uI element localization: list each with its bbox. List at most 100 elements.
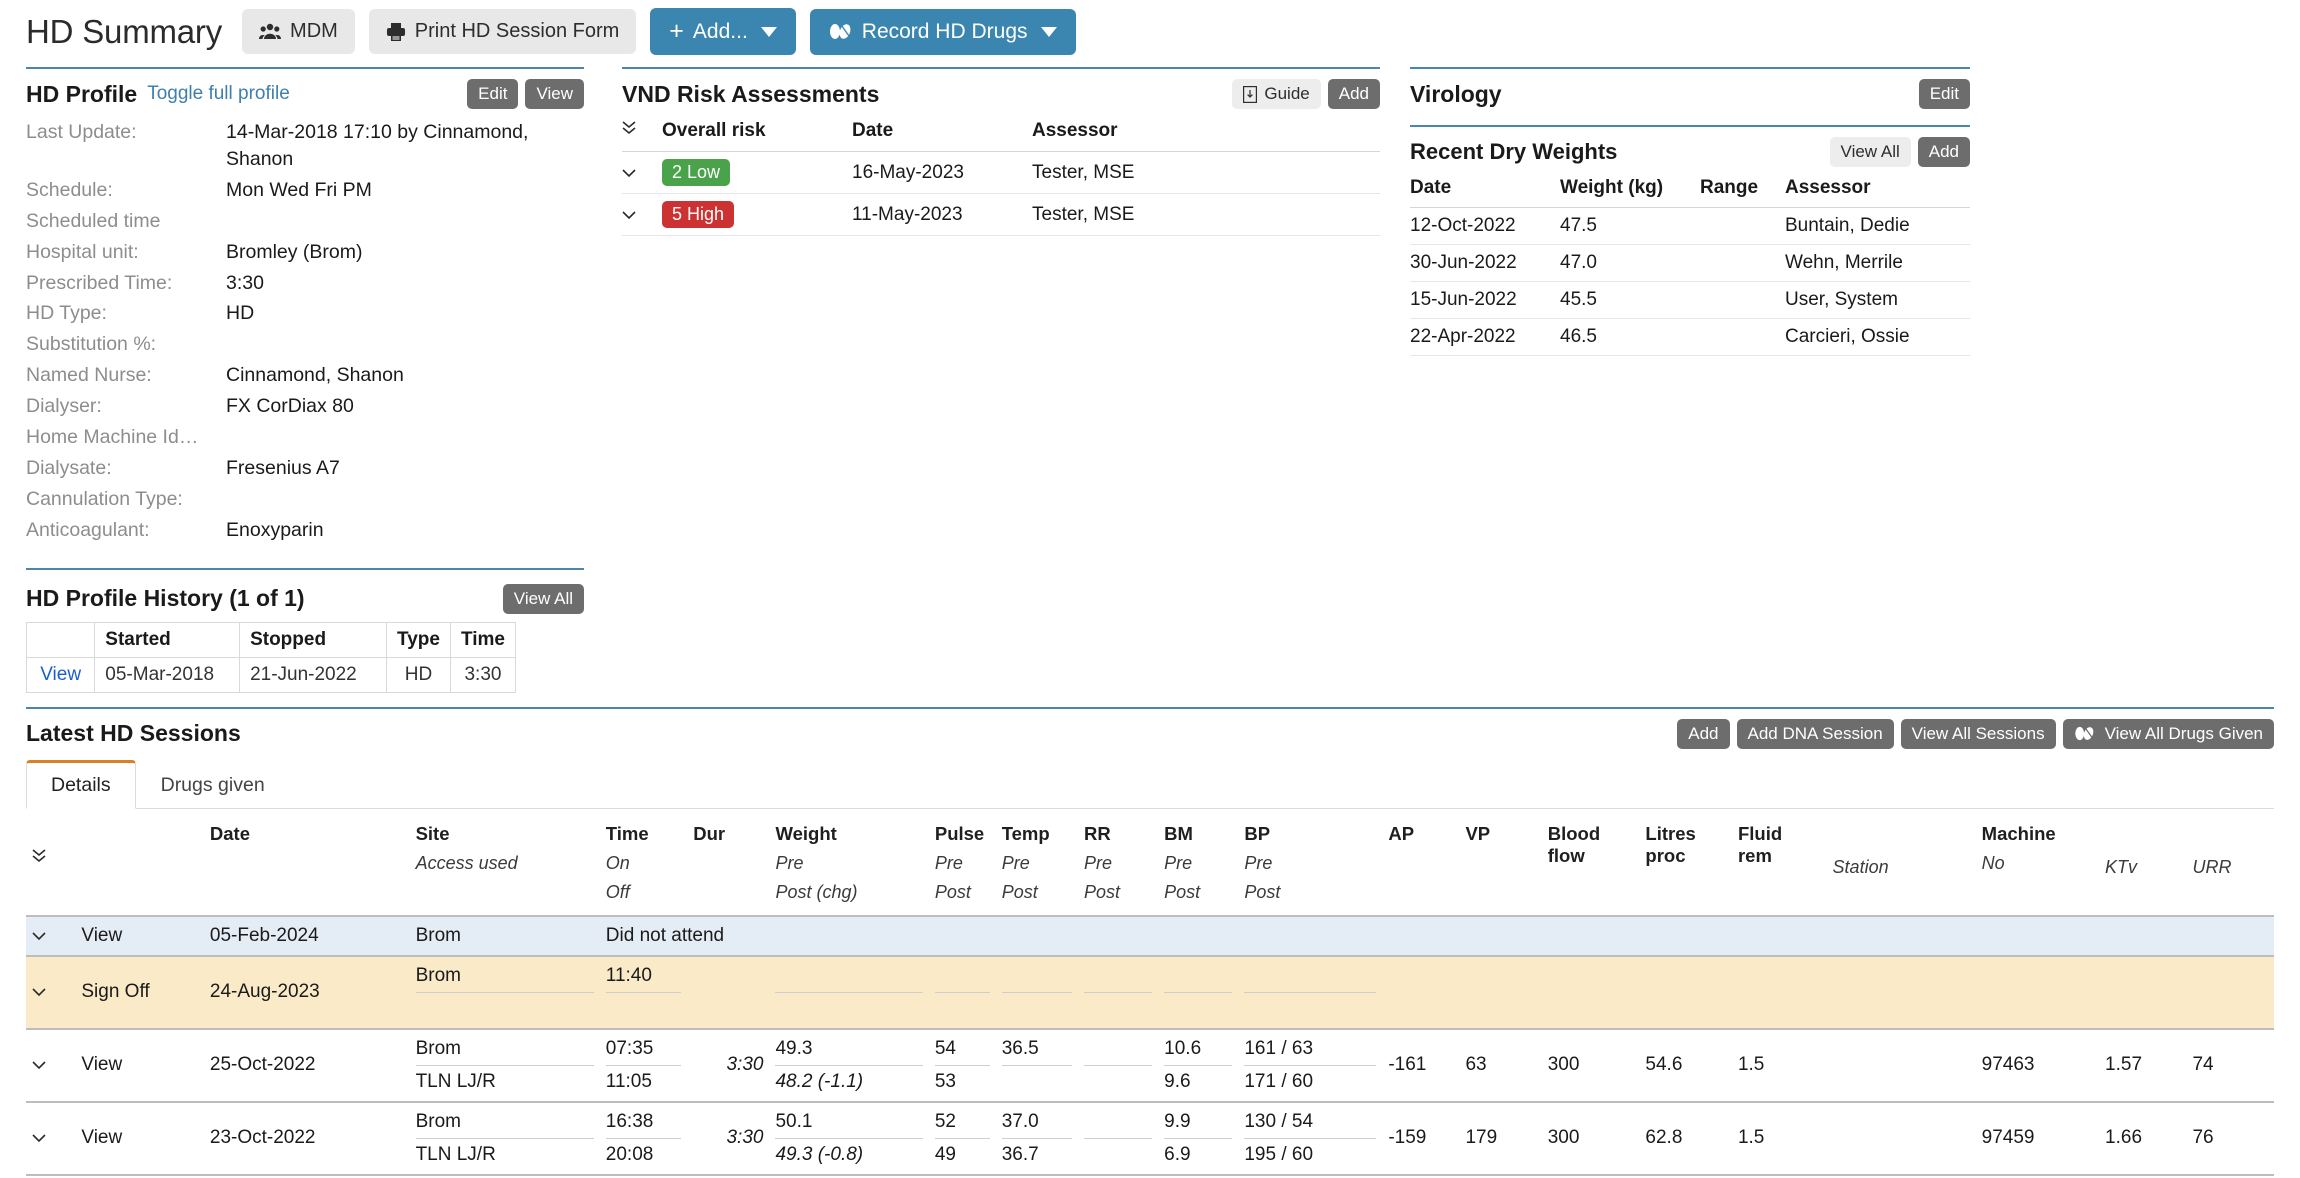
status-badge: 2 Low	[662, 159, 730, 186]
col-range: Range	[1700, 171, 1785, 208]
col-litres-proc: Litres proc	[1639, 809, 1732, 916]
chevron-down-icon	[1041, 27, 1057, 37]
vnd-expand-all-toggle[interactable]	[622, 113, 662, 152]
session-duration: 3:30	[687, 1102, 769, 1175]
table-row: 2 Low 16-May-2023 Tester, MSE	[622, 152, 1380, 194]
hd-summary-page: HD Summary MDM	[0, 0, 2300, 1176]
session-rr	[1078, 1102, 1158, 1175]
view-all-drugs-given-button[interactable]: View All Drugs Given	[2063, 719, 2274, 749]
col-weight-sub-pre: Pre	[775, 845, 922, 874]
toggle-full-profile-link[interactable]: Toggle full profile	[147, 83, 290, 105]
time-on: 16:38	[606, 1111, 681, 1138]
session-date-link[interactable]: 24-Aug-2023	[204, 956, 410, 1029]
hd-profile-header: HD Profile Toggle full profile Edit View	[26, 69, 584, 113]
session-action-link[interactable]: View	[75, 916, 204, 956]
col-pulse-sub-post: Post	[935, 874, 990, 903]
record-hd-drugs-button[interactable]: Record HD Drugs	[810, 9, 1076, 55]
session-blood-flow: 300	[1542, 1102, 1640, 1175]
table-row: 12-Oct-2022 47.5 Buntain, Dedie	[1410, 208, 1970, 245]
profile-field-label: Last Update:	[26, 117, 226, 148]
site-post: TLN LJ/R	[416, 1065, 594, 1093]
expand-all-toggle[interactable]	[26, 809, 75, 916]
rr-stack	[1084, 1038, 1152, 1093]
sessions-add-button[interactable]: Add	[1677, 719, 1729, 749]
profile-row: Anticoagulant: Enoxyparin	[26, 515, 584, 546]
mdm-button[interactable]: MDM	[242, 9, 355, 54]
session-ap: -159	[1382, 1102, 1459, 1175]
dry-weight-range	[1700, 282, 1785, 319]
session-date-link[interactable]: 23-Oct-2022	[204, 1102, 410, 1175]
profile-field-label: Prescribed Time:	[26, 268, 226, 299]
record-hd-drugs-label: Record HD Drugs	[862, 20, 1028, 44]
chevron-down-icon[interactable]	[32, 987, 46, 997]
session-bm: 10.6 9.6	[1158, 1029, 1238, 1102]
row-expand-toggle[interactable]	[26, 1029, 75, 1102]
vnd-date: 16-May-2023	[852, 152, 1032, 194]
session-site: Brom	[410, 916, 600, 956]
session-litres-proc: 54.6	[1639, 1029, 1732, 1102]
tab-details[interactable]: Details	[26, 760, 136, 809]
profile-field-value: Mon Wed Fri PM	[226, 175, 372, 206]
chevron-down-icon[interactable]	[32, 1060, 46, 1070]
view-all-drugs-given-label: View All Drugs Given	[2105, 724, 2263, 744]
history-view-link-text[interactable]: View	[40, 664, 81, 685]
chevrons-down-icon[interactable]	[32, 823, 69, 865]
rr-post	[1084, 1138, 1152, 1166]
col-weight-sub-post: Post (chg)	[775, 874, 922, 903]
chevron-down-icon[interactable]	[32, 931, 46, 941]
session-date-link[interactable]: 25-Oct-2022	[204, 1029, 410, 1102]
col-time-label: Time	[606, 823, 649, 844]
hd-profile-view-button[interactable]: View	[525, 79, 584, 109]
row-expand-toggle[interactable]	[26, 956, 75, 1029]
rr-pre	[1084, 965, 1152, 992]
print-hd-session-form-button[interactable]: Print HD Session Form	[369, 9, 637, 54]
col-machine-no-label: No	[1982, 845, 2093, 874]
chevron-down-icon[interactable]	[32, 1133, 46, 1143]
chevron-down-icon[interactable]	[622, 168, 636, 178]
mdm-button-label: MDM	[290, 20, 338, 43]
vnd-row-expand-toggle[interactable]	[622, 194, 662, 236]
vnd-date: 11-May-2023	[852, 194, 1032, 236]
row-expand-toggle[interactable]	[26, 1102, 75, 1175]
tab-drugs-given[interactable]: Drugs given	[136, 762, 290, 809]
virology-edit-button[interactable]: Edit	[1919, 79, 1970, 109]
table-header-row: Started Stopped Type Time	[27, 622, 516, 657]
vnd-row-expand-toggle[interactable]	[622, 152, 662, 194]
session-action-link[interactable]: View	[75, 1102, 204, 1175]
col-bm-sub-pre: Pre	[1164, 845, 1232, 874]
hd-profile-title: HD Profile	[26, 81, 137, 108]
chevrons-down-icon[interactable]	[622, 119, 636, 137]
view-all-sessions-button[interactable]: View All Sessions	[1901, 719, 2056, 749]
col-bm-label: BM	[1164, 823, 1193, 844]
session-bp	[1238, 956, 1382, 1029]
vnd-guide-button[interactable]: Guide	[1232, 79, 1320, 109]
dry-weight-assessor: Carcieri, Ossie	[1785, 319, 1970, 356]
hd-profile-edit-button[interactable]: Edit	[467, 79, 518, 109]
dry-weights-view-all-button[interactable]: View All	[1830, 137, 1911, 167]
session-machine-no: 97459	[1976, 1102, 2099, 1175]
session-duration: 3:30	[687, 1029, 769, 1102]
add-dna-session-button[interactable]: Add DNA Session	[1737, 719, 1894, 749]
dry-weight-range	[1700, 245, 1785, 282]
table-row: 5 High 11-May-2023 Tester, MSE	[622, 194, 1380, 236]
history-view-link[interactable]: View	[27, 657, 95, 692]
col-time: Time	[450, 622, 515, 657]
temp-stack: 37.0 36.7	[1002, 1111, 1072, 1166]
session-action-link[interactable]: Sign Off	[75, 956, 204, 1029]
history-stopped: 21-Jun-2022	[240, 657, 387, 692]
dry-weight-range	[1700, 208, 1785, 245]
dry-weights-add-button[interactable]: Add	[1918, 137, 1970, 167]
add-button-label: Add...	[693, 20, 748, 44]
history-view-all-button[interactable]: View All	[503, 584, 584, 614]
vnd-add-button[interactable]: Add	[1328, 79, 1380, 109]
session-blood-flow	[1542, 956, 1640, 1029]
col-dur-label: Dur	[693, 823, 725, 844]
chevron-down-icon[interactable]	[622, 210, 636, 220]
pulse-pre: 52	[935, 1111, 990, 1138]
row-expand-toggle[interactable]	[26, 916, 75, 956]
session-urr	[2186, 956, 2274, 1029]
add-button[interactable]: + Add...	[650, 8, 795, 55]
profile-row: Hospital unit: Bromley (Brom)	[26, 237, 584, 268]
session-action-link[interactable]: View	[75, 1029, 204, 1102]
col-rr-label: RR	[1084, 823, 1111, 844]
